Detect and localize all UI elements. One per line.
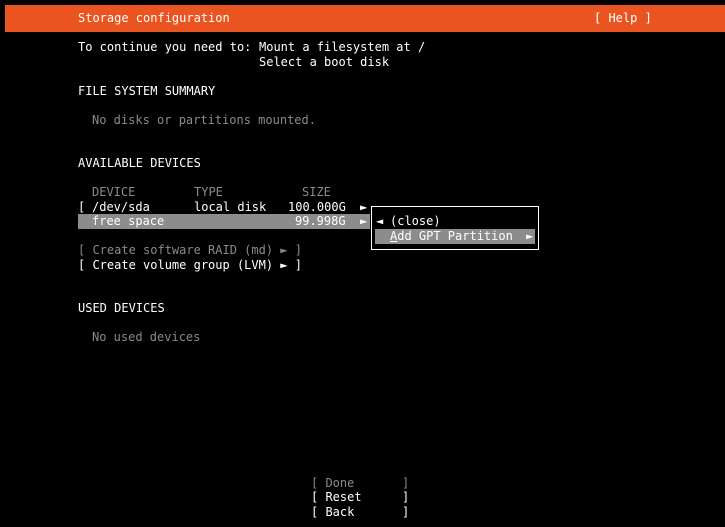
add-gpt-arrow-icon: ► xyxy=(526,229,534,243)
fs-summary-heading: FILE SYSTEM SUMMARY xyxy=(78,84,216,98)
col-size: SIZE xyxy=(302,185,331,199)
disk-row-bracket: [ xyxy=(78,200,86,214)
menu-close-item[interactable]: (close) xyxy=(390,214,441,229)
free-space-label: free space xyxy=(92,214,165,228)
disk-type: local disk xyxy=(194,200,267,214)
free-space-size: 99.998G xyxy=(295,214,346,228)
disk-menu-arrow-icon[interactable]: ► xyxy=(360,200,367,215)
col-type: TYPE xyxy=(194,185,223,199)
requirement-boot: Select a boot disk xyxy=(259,55,390,69)
create-raid-button[interactable]: [ Create software RAID (md) ► ] xyxy=(78,243,302,258)
add-gpt-rest: dd GPT Partition xyxy=(397,229,513,243)
used-devices-empty: No used devices xyxy=(92,330,201,344)
disk-size: 100.000G xyxy=(288,200,346,214)
used-devices-heading: USED DEVICES xyxy=(78,301,165,315)
page-title: Storage configuration xyxy=(78,11,230,25)
create-lvm-button[interactable]: [ Create volume group (LVM) ► ] xyxy=(78,258,302,273)
fs-summary-empty: No disks or partitions mounted. xyxy=(92,113,316,127)
reset-button-label: [ Reset xyxy=(311,490,362,504)
help-button[interactable]: [ Help ] xyxy=(594,11,652,26)
back-button-label: [ Back xyxy=(311,505,355,519)
menu-add-gpt-label: Add GPT Partition xyxy=(390,229,513,244)
back-button-close: ] xyxy=(402,505,410,519)
reset-button-close: ] xyxy=(402,490,410,504)
available-devices-heading: AVAILABLE DEVICES xyxy=(78,156,201,170)
intro-prefix: To continue you need to: xyxy=(78,40,252,54)
done-button-label: [ Done xyxy=(311,476,355,490)
requirement-mount: Mount a filesystem at / xyxy=(259,40,426,54)
free-space-menu-arrow-icon[interactable]: ► xyxy=(360,214,367,229)
col-device: DEVICE xyxy=(92,185,136,199)
close-arrow-icon: ◄ xyxy=(376,214,384,228)
disk-device: /dev/sda xyxy=(92,200,150,214)
done-button-close: ] xyxy=(402,476,410,490)
